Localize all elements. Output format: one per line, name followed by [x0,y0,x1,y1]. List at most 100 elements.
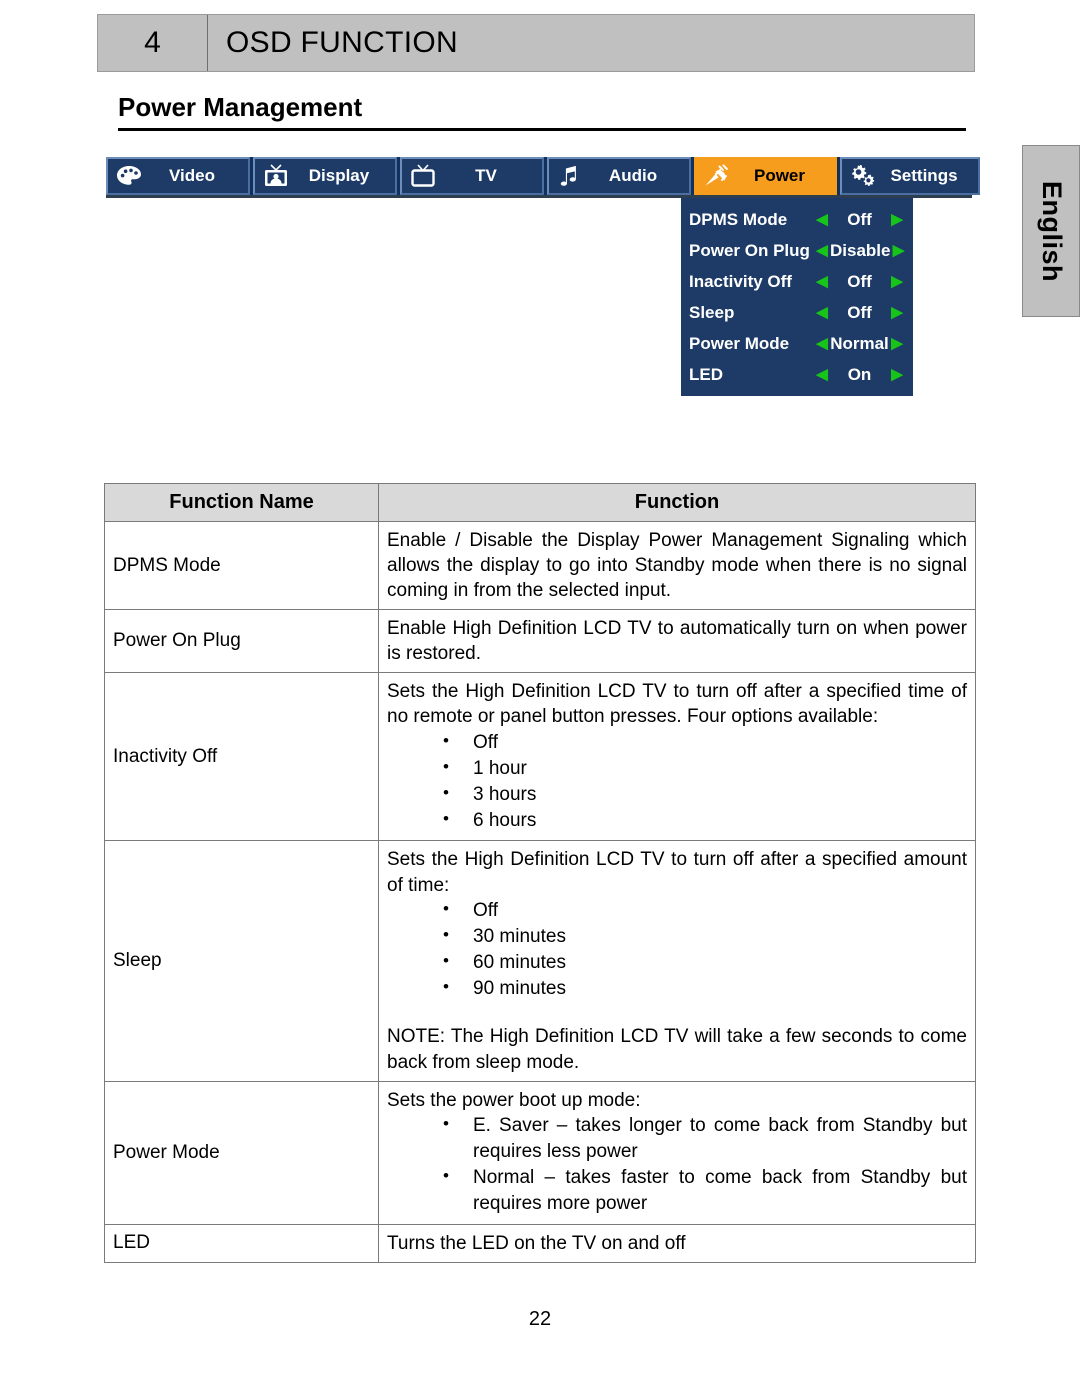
osd-tab-tv-label: TV [475,166,497,185]
row-name-dpms-mode: DPMS Mode [104,520,379,611]
list-item: 30 minutes [443,923,967,950]
osd-menu-bar: Video Display TV Audio Power Settings [106,157,980,198]
row-desc-power-mode: Sets the power boot up mode: E. Saver – … [378,1080,976,1225]
osd-tab-settings[interactable]: Settings [840,157,980,195]
row-desc-paragraph: Sets the High Definition LCD TV to turn … [387,681,967,728]
section-divider [118,128,966,131]
page-number: 22 [528,1308,552,1330]
left-arrow-icon[interactable]: ◀ [814,274,830,289]
power-plug-icon [702,163,732,189]
row-desc-led: Turns the LED on the TV on and off [378,1223,976,1263]
row-desc-power-on-plug: Enable High Definition LCD TV to automat… [378,609,976,674]
osd-item-led-value: On [847,364,872,384]
osd-tab-video-label: Video [169,166,215,185]
list-item: 1 hour [443,755,967,782]
row-desc-dpms-mode: Enable / Disable the Display Power Manag… [378,520,976,611]
bullet-list: Off 1 hour 3 hours 6 hours [387,729,967,835]
osd-tab-video[interactable]: Video [106,157,250,195]
row-desc-paragraph: Sets the High Definition LCD TV to turn … [387,849,967,896]
osd-item-dpms-mode-value: Off [847,209,872,229]
right-arrow-icon[interactable]: ▶ [890,243,906,258]
left-arrow-icon[interactable]: ◀ [814,243,830,258]
list-item: 90 minutes [443,975,967,1002]
tv-icon [408,163,438,189]
row-desc-paragraph: Turns the LED on the TV on and off [387,1232,686,1254]
bullet-list: E. Saver – takes longer to come back fro… [387,1112,967,1218]
osd-tab-settings-label: Settings [890,166,958,185]
row-desc-paragraph: Enable High Definition LCD TV to automat… [387,618,967,665]
osd-item-inactivity-off-value: Off [847,271,872,291]
osd-item-power-on-plug[interactable]: Power On Plug ◀ Disable ▶ [681,235,913,266]
osd-tab-audio[interactable]: Audio [547,157,691,195]
table-row: Sleep Sets the High Definition LCD TV to… [104,840,976,1082]
chapter-header: 4 OSD FUNCTION [97,14,975,72]
row-name-power-on-plug: Power On Plug [104,609,379,674]
osd-item-sleep-value: Off [847,302,872,322]
table-row: LED Turns the LED on the TV on and off [104,1223,976,1263]
table-row: Power On Plug Enable High Definition LCD… [104,609,976,674]
column-header-function: Function [378,483,976,522]
function-table: Function Name Function DPMS Mode Enable … [104,483,976,1263]
table-row: DPMS Mode Enable / Disable the Display P… [104,520,976,611]
list-item: Off [443,897,967,924]
osd-item-power-mode-label: Power Mode [689,333,790,353]
right-arrow-icon[interactable]: ▶ [889,336,905,351]
right-arrow-icon[interactable]: ▶ [889,305,905,320]
osd-item-dpms-mode[interactable]: DPMS Mode ◀ Off ▶ [681,204,913,235]
right-arrow-icon[interactable]: ▶ [889,367,905,382]
right-arrow-icon[interactable]: ▶ [889,212,905,227]
left-arrow-icon[interactable]: ◀ [814,336,830,351]
osd-tab-power[interactable]: Power [694,157,837,195]
table-row: Inactivity Off Sets the High Definition … [104,672,976,842]
list-item: Off [443,729,967,756]
column-header-function-name: Function Name [104,483,379,522]
osd-item-dpms-mode-label: DPMS Mode [689,209,788,229]
left-arrow-icon[interactable]: ◀ [814,305,830,320]
osd-item-sleep-label: Sleep [689,302,735,322]
osd-tab-power-label: Power [753,166,806,185]
osd-item-power-mode[interactable]: Power Mode ◀ Normal ▶ [681,328,913,359]
table-header-row: Function Name Function [104,483,976,522]
table-row: Power Mode Sets the power boot up mode: … [104,1080,976,1225]
row-desc-paragraph: Sets the power boot up mode: [387,1089,641,1111]
row-name-sleep: Sleep [104,840,379,1082]
list-item: 6 hours [443,807,967,834]
osd-item-inactivity-off-label: Inactivity Off [689,271,792,291]
language-side-tab-label: English [1036,180,1067,282]
music-note-icon [555,163,585,189]
osd-item-power-on-plug-value: Disable [830,240,891,260]
right-arrow-icon[interactable]: ▶ [889,274,905,289]
osd-item-sleep[interactable]: Sleep ◀ Off ▶ [681,297,913,328]
list-item: E. Saver – takes longer to come back fro… [443,1112,967,1165]
osd-figure: Video Display TV Audio Power Settings DP… [106,157,980,396]
chapter-number: 4 [98,15,208,71]
palette-icon [114,163,144,189]
monitor-icon [261,163,291,189]
row-name-power-mode: Power Mode [104,1080,379,1225]
osd-tab-display[interactable]: Display [253,157,397,195]
left-arrow-icon[interactable]: ◀ [814,367,830,382]
bullet-list: Off 30 minutes 60 minutes 90 minutes [387,897,967,1003]
list-item: 60 minutes [443,949,967,976]
osd-item-power-on-plug-label: Power On Plug [689,240,810,260]
chapter-title: OSD FUNCTION [226,26,458,59]
gears-icon [848,163,878,189]
row-name-inactivity-off: Inactivity Off [104,672,379,842]
osd-item-power-mode-value: Normal [830,333,889,353]
row-desc-note: NOTE: The High Definition LCD TV will ta… [387,1026,967,1073]
osd-tab-display-label: Display [308,166,370,185]
row-desc-inactivity-off: Sets the High Definition LCD TV to turn … [378,672,976,842]
page-title: Power Management [118,92,363,122]
row-name-led: LED [104,1223,379,1263]
osd-tab-tv[interactable]: TV [400,157,544,195]
row-desc-sleep: Sets the High Definition LCD TV to turn … [378,840,976,1082]
row-desc-paragraph: Enable / Disable the Display Power Manag… [387,530,967,602]
osd-item-inactivity-off[interactable]: Inactivity Off ◀ Off ▶ [681,266,913,297]
language-side-tab: English [1022,145,1080,317]
osd-power-panel: DPMS Mode ◀ Off ▶ Power On Plug ◀ Disabl… [681,198,913,396]
osd-item-led[interactable]: LED ◀ On ▶ [681,359,913,390]
left-arrow-icon[interactable]: ◀ [814,212,830,227]
osd-tab-audio-label: Audio [608,166,658,185]
list-item: Normal – takes faster to come back from … [443,1164,967,1217]
